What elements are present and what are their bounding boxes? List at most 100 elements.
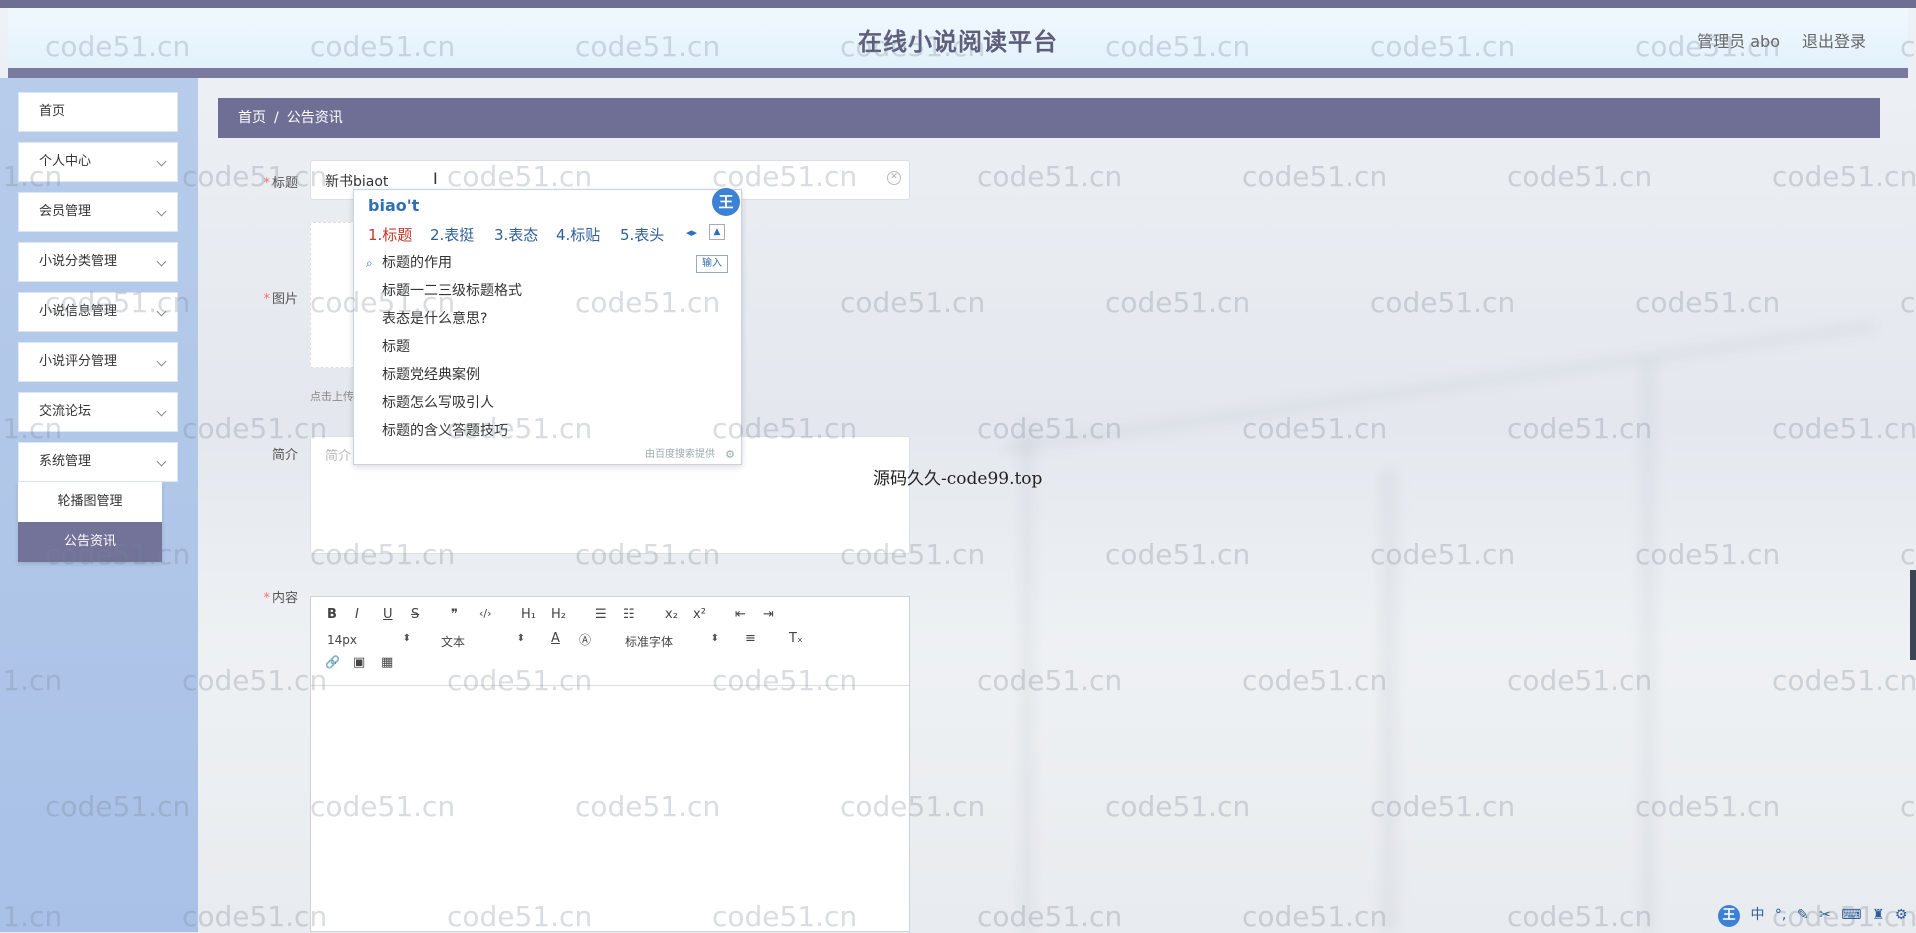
sidebar-item-label: 小说分类管理 [39,254,118,269]
watermark-text: code51.cn [447,412,593,445]
intro-placeholder: 简介 [325,449,352,464]
ime-toolbar: 王 中 °, ✎ ✂ ⌨ ♜ ⚙ [1718,904,1907,928]
sidebar-item-category[interactable]: 小说分类管理 [18,242,178,282]
gear-icon[interactable]: ⚙ [725,448,735,461]
h2-button[interactable]: H₂ [551,607,566,622]
ime-candidate[interactable]: 2.表挺 [430,224,474,245]
watermark-text: code51.cn [575,286,721,319]
chevron-down-icon [156,356,167,367]
clear-icon[interactable]: ✕ [887,171,901,185]
watermark-text: code51.cn [1105,790,1251,823]
watermark-text: code51.cn [1242,412,1388,445]
watermark-text: code51.cn [45,790,191,823]
ime-enter-button[interactable]: 输入 [696,255,728,273]
font-family-select[interactable]: 标准字体 [625,633,719,650]
watermark-text: code51.cn [1772,160,1916,193]
watermark-text: code51.cn [1242,900,1388,933]
gear-icon[interactable]: ⚙ [1895,907,1908,923]
underline-button[interactable]: U [383,607,393,622]
watermark-text: code51.cn [1635,286,1781,319]
scissors-icon[interactable]: ✂ [1819,907,1831,923]
watermark-text: code51.cn [182,160,328,193]
watermark-text: code51.cn [182,664,328,697]
strike-button[interactable]: S [411,607,419,622]
subscript-button[interactable]: x₂ [665,607,678,622]
content-label: * 内容 [263,591,298,606]
font-color-button[interactable]: A [551,631,560,646]
ime-candidate[interactable]: 5.表头 [620,224,664,245]
bullet-list-button[interactable]: ☷ [623,607,635,622]
watermark-text: code51.cn [182,412,328,445]
watermark-text: code51.cn [1370,286,1516,319]
sidebar-item-label: 系统管理 [39,454,92,469]
ime-candidate[interactable]: 3.表态 [494,224,538,245]
indent-button[interactable]: ⇥ [763,607,774,622]
ime-page-arrows-icon[interactable]: ◂▸ [686,226,697,239]
ime-suggestion[interactable]: 标题怎么写吸引人 [382,392,494,412]
keyboard-icon[interactable]: ⌨ [1841,907,1861,923]
sidebar-item-label: 首页 [39,104,66,119]
scrollbar[interactable] [1910,570,1916,660]
sidebar-item-ratings[interactable]: 小说评分管理 [18,342,178,382]
sidebar-item-members[interactable]: 会员管理 [18,192,178,232]
ime-lang-toggle[interactable]: 中 [1750,907,1764,923]
breadcrumb-home[interactable]: 首页 [238,110,266,126]
watermark-text: code51.cn [447,664,593,697]
watermark-text: code51.cn [1370,538,1516,571]
chevron-down-icon [156,256,167,267]
quote-button[interactable]: ❞ [451,607,458,622]
top-strip [0,0,1916,8]
watermark-text: code51.cn [1370,790,1516,823]
ime-suggestion[interactable]: 标题的作用 [382,252,452,272]
italic-button[interactable]: I [355,607,359,622]
align-button[interactable]: ≡ [745,631,756,646]
clear-format-button[interactable]: Tₓ [789,631,803,646]
ime-candidate[interactable]: 1.标题 [368,224,412,245]
h1-button[interactable]: H₁ [521,607,536,622]
watermark-text: code51.cn [1900,30,1916,63]
ordered-list-button[interactable]: ☰ [595,607,607,622]
pen-icon[interactable]: ✎ [1797,907,1809,923]
image-button[interactable]: ▣ [353,655,365,670]
watermark-text: code51.cn [575,538,721,571]
link-button[interactable]: 🔗 [325,655,340,669]
image-upload-hint: 点击上传 [310,390,354,403]
watermark-text: code51.cn [1772,664,1916,697]
ime-expand-icon[interactable]: ▲ [709,224,725,240]
sidebar-item-system[interactable]: 系统管理 [18,442,178,482]
background-post [1640,360,1656,932]
watermark-text: code51.cn [1900,286,1916,319]
watermark-text: code51.cn [1507,160,1653,193]
outdent-button[interactable]: ⇤ [735,607,746,622]
ime-logo-icon[interactable]: 王 [1718,905,1740,927]
rich-text-editor: B I U S ❞ ‹/› H₁ H₂ ☰ ☷ x₂ x² ⇤ ⇥ 14px 文… [310,596,910,932]
shirt-icon[interactable]: ♜ [1872,907,1885,923]
superscript-button[interactable]: x² [693,607,706,622]
watermark-text: code51.cn [977,900,1123,933]
chevron-down-icon [156,456,167,467]
background-color-button[interactable]: Ⓐ [579,631,591,648]
ime-candidate[interactable]: 4.标贴 [556,224,600,245]
watermark-text: code51.cn [1635,30,1781,63]
text-style-select[interactable]: 文本 [441,633,525,650]
search-icon: ⌕ [366,256,373,270]
sidebar-item-home[interactable]: 首页 [18,92,178,132]
text-cursor-icon: I [433,169,438,188]
sidebar-item-label: 小说评分管理 [39,354,118,369]
submenu-item-carousel[interactable]: 轮播图管理 [18,482,162,522]
font-size-select[interactable]: 14px [327,633,411,647]
code-button[interactable]: ‹/› [479,607,492,620]
watermark-text: code51.cn [1242,160,1388,193]
watermark-text: code51.cn [310,790,456,823]
breadcrumb: 首页 / 公告资讯 [218,98,1880,138]
punctuation-icon[interactable]: °, [1775,907,1786,923]
bold-button[interactable]: B [327,607,337,622]
chevron-down-icon [156,206,167,217]
watermark-text: code51.cn [310,538,456,571]
video-button[interactable]: ▦ [381,655,393,670]
watermark-text: code51.cn [712,412,858,445]
ime-suggestion[interactable]: 标题 [382,336,410,356]
logout-button[interactable]: 退出登录 [1802,28,1866,52]
background-bar [1003,318,1877,456]
ime-suggestion[interactable]: 标题党经典案例 [382,364,480,384]
